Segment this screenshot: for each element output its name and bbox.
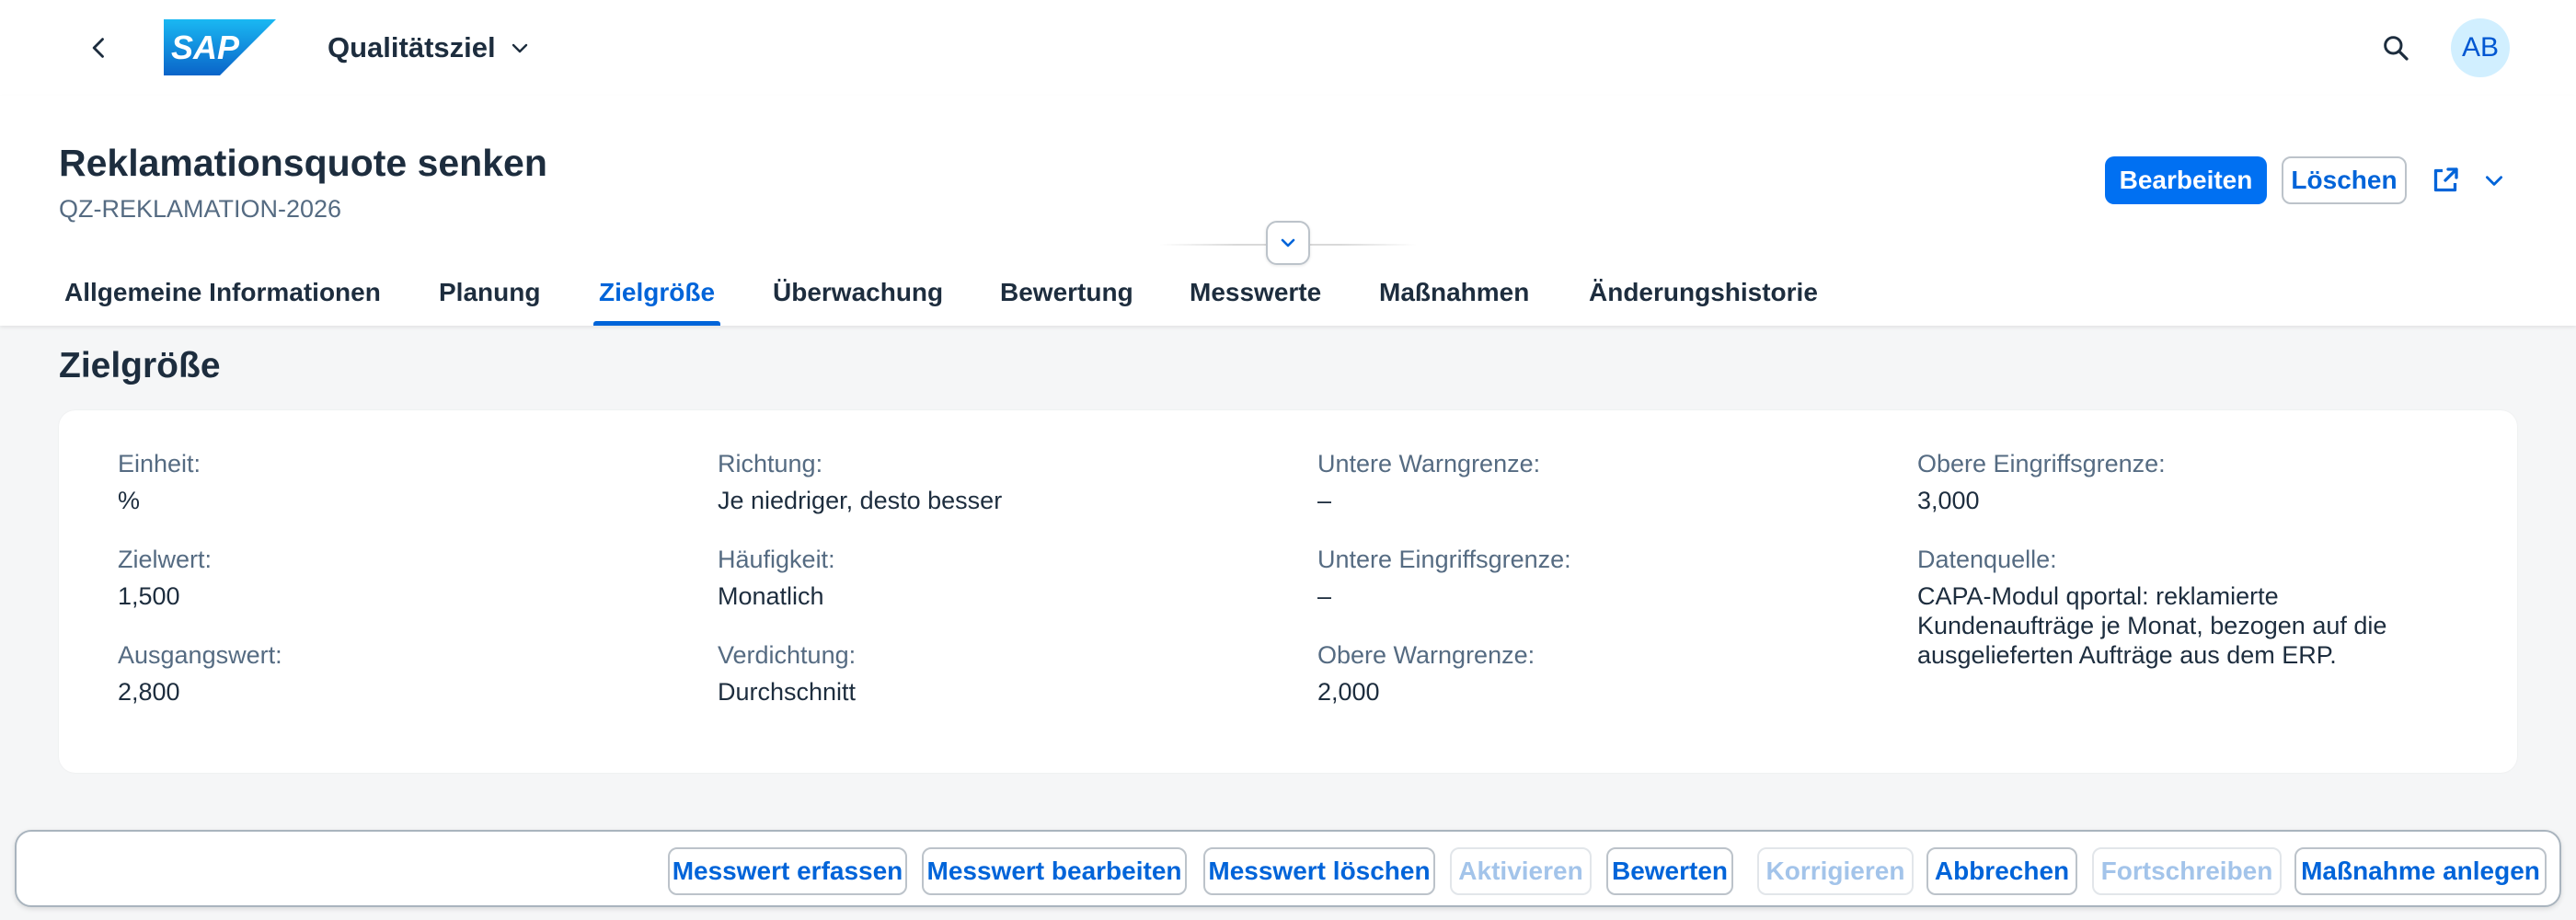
field-value: 1,500 <box>118 582 180 610</box>
app-title-menu[interactable]: Qualitätsziel <box>328 29 531 66</box>
evaluate-button[interactable]: Bewerten <box>1606 847 1733 895</box>
create-measure-button[interactable]: Maßnahme anlegen <box>2294 847 2547 895</box>
tab-zielgroesse[interactable]: Zielgröße <box>592 259 721 326</box>
edit-measurement-button[interactable]: Messwert bearbeiten <box>922 847 1187 895</box>
field-label: Untere Warngrenze: <box>1317 450 1541 477</box>
field-label: Verdichtung: <box>718 641 857 669</box>
svg-text:SAP: SAP <box>171 29 240 66</box>
edit-button[interactable]: Bearbeiten <box>2105 156 2267 204</box>
chevron-down-icon <box>1281 238 1295 247</box>
field-verdichtung: Verdichtung: Durchschnitt <box>718 640 1270 707</box>
field-datenquelle: Datenquelle: CAPA-Modul qportal: reklami… <box>1917 545 2442 670</box>
share-icon <box>2433 167 2458 192</box>
field-obere-warngrenze: Obere Warngrenze: 2,000 <box>1317 640 1869 707</box>
share-menu-button[interactable] <box>2429 156 2506 204</box>
field-value: – <box>1317 487 1332 514</box>
shell-bar: SAP Qualitätsziel AB <box>0 0 2576 96</box>
sap-logo: SAP <box>164 19 276 75</box>
field-label: Richtung: <box>718 450 823 477</box>
field-value: – <box>1317 582 1332 610</box>
page-subtitle: QZ-REKLAMATION-2026 <box>59 195 342 223</box>
field-value: 3,000 <box>1917 487 1980 514</box>
field-label: Einheit: <box>118 450 201 477</box>
tab-massnahmen[interactable]: Maßnahmen <box>1379 259 1529 326</box>
tab-ueberwachung[interactable]: Überwachung <box>773 259 943 326</box>
tab-aenderungshistorie[interactable]: Änderungshistorie <box>1589 259 1818 326</box>
section-title: Zielgröße <box>59 346 221 385</box>
field-haeufigkeit: Häufigkeit: Monatlich <box>718 545 1270 611</box>
field-einheit: Einheit: % <box>118 449 670 515</box>
page-title: Reklamationsquote senken <box>59 142 547 184</box>
field-value: Durchschnitt <box>718 678 857 706</box>
delete-button[interactable]: Löschen <box>2282 156 2407 204</box>
field-zielwert: Zielwert: 1,500 <box>118 545 670 611</box>
field-richtung: Richtung: Je niedriger, desto besser <box>718 449 1270 515</box>
field-value: Je niedriger, desto besser <box>718 487 1003 514</box>
chevron-down-icon <box>512 43 527 53</box>
field-value: 2,800 <box>118 678 180 706</box>
field-label: Datenquelle: <box>1917 546 2057 573</box>
correct-button[interactable]: Korrigieren <box>1757 847 1914 895</box>
app-title: Qualitätsziel <box>328 31 496 63</box>
collapse-header-button[interactable] <box>1266 221 1310 265</box>
field-ausgangswert: Ausgangswert: 2,800 <box>118 640 670 707</box>
cancel-button[interactable]: Abbrechen <box>1926 847 2077 895</box>
footer-toolbar: Messwert erfassen Messwert bearbeiten Me… <box>15 830 2561 907</box>
field-value: CAPA-Modul qportal: reklamierte Kundenau… <box>1917 582 2387 669</box>
field-label: Zielwert: <box>118 546 213 573</box>
activate-button[interactable]: Aktivieren <box>1450 847 1592 895</box>
target-size-card: Einheit: % Zielwert: 1,500 Ausgangswert:… <box>59 410 2517 773</box>
record-measurement-button[interactable]: Messwert erfassen <box>668 847 907 895</box>
back-button[interactable] <box>77 26 121 70</box>
field-label: Untere Eingriffsgrenze: <box>1317 546 1571 573</box>
tab-bewertung[interactable]: Bewertung <box>1000 259 1133 326</box>
field-label: Häufigkeit: <box>718 546 835 573</box>
object-page-header: Reklamationsquote senken QZ-REKLAMATION-… <box>0 96 2576 326</box>
delete-measurement-button[interactable]: Messwert löschen <box>1203 847 1435 895</box>
search-button[interactable] <box>2374 26 2418 70</box>
field-untere-eingriffsgrenze: Untere Eingriffsgrenze: – <box>1317 545 1869 611</box>
tab-planung[interactable]: Planung <box>439 259 540 326</box>
search-icon <box>2384 36 2409 61</box>
chevron-left-icon <box>92 38 104 58</box>
tab-messwerte[interactable]: Messwerte <box>1190 259 1321 326</box>
field-obere-eingriffsgrenze: Obere Eingriffsgrenze: 3,000 <box>1917 449 2469 515</box>
field-label: Obere Warngrenze: <box>1317 641 1535 669</box>
field-value: 2,000 <box>1317 678 1380 706</box>
field-value: Monatlich <box>718 582 824 610</box>
tab-bar: Allgemeine Informationen Planung Zielgrö… <box>0 259 1932 326</box>
tab-allgemeine-informationen[interactable]: Allgemeine Informationen <box>64 259 381 326</box>
avatar-initials: AB <box>2461 32 2500 63</box>
field-label: Obere Eingriffsgrenze: <box>1917 450 2166 477</box>
chevron-down-icon <box>2486 176 2502 186</box>
user-avatar[interactable]: AB <box>2451 18 2510 77</box>
field-untere-warngrenze: Untere Warngrenze: – <box>1317 449 1869 515</box>
field-value: % <box>118 487 141 514</box>
field-label: Ausgangswert: <box>118 641 282 669</box>
update-button[interactable]: Fortschreiben <box>2092 847 2282 895</box>
